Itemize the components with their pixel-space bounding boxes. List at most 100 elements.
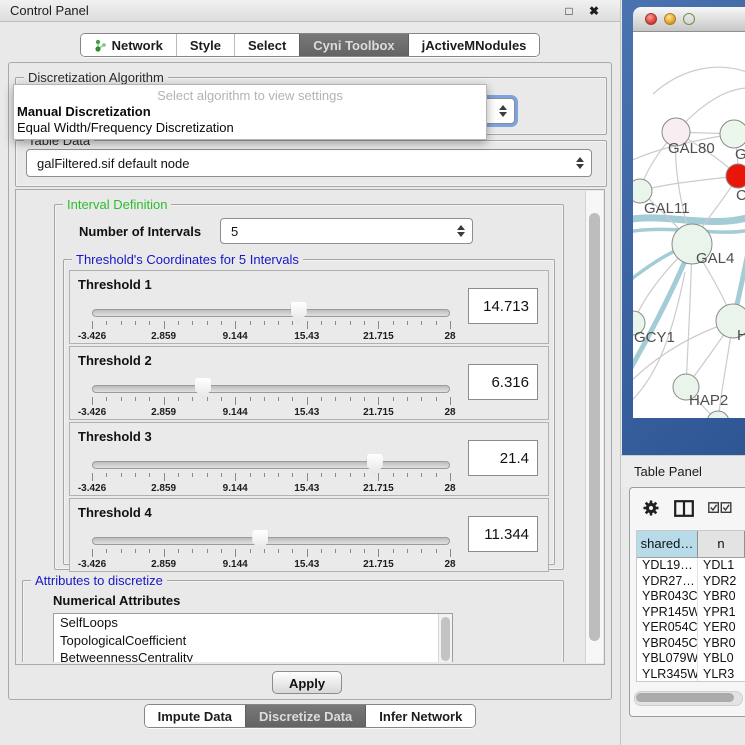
list-scrollbar[interactable] [438, 614, 452, 662]
slider-track[interactable] [92, 309, 450, 317]
threshold-value-field[interactable]: 11.344 [468, 516, 538, 552]
attribute-list-item[interactable]: SelfLoops [54, 614, 452, 632]
slider-thumb[interactable] [367, 454, 383, 475]
number-of-intervals-combo[interactable]: 5 [220, 218, 473, 244]
slider-thumb[interactable] [252, 530, 268, 551]
cell-name[interactable]: YDL1 [698, 558, 745, 574]
table-row[interactable]: YBR045CYBR0 [637, 636, 745, 652]
attribute-list-item[interactable]: BetweennessCentrality [54, 649, 452, 662]
table-hscrollbar[interactable] [634, 691, 743, 706]
slider-thumb[interactable] [291, 302, 307, 323]
gear-icon[interactable] [642, 499, 660, 517]
column-header-shared-name[interactable]: shared… [637, 531, 698, 557]
cell-name[interactable]: YLR3 [698, 667, 745, 683]
numerical-attributes-list[interactable]: SelfLoopsTopologicalCoefficientBetweenne… [53, 613, 453, 662]
popup-item-equal-width[interactable]: Equal Width/Frequency Discretization [14, 120, 486, 136]
slider-tick-labels: -3.4262.8599.14415.4321.71528 [92, 559, 450, 571]
threshold-value-field[interactable]: 21.4 [468, 440, 538, 476]
interval-definition-title: Interval Definition [63, 197, 171, 212]
settings-content: Interval Definition Number of Intervals … [18, 192, 584, 662]
network-canvas[interactable]: GAL80GACGAL11GAL4GCY1HHAP2 [633, 32, 745, 418]
cell-name[interactable]: YBR0 [698, 589, 745, 605]
top-tab-bar: Network Style Select Cyni Toolbox jActiv… [0, 33, 620, 57]
cell-name[interactable]: YBL0 [698, 651, 745, 667]
cell-shared-name[interactable]: YPR145W [637, 605, 698, 621]
settings-scrollbar-thumb[interactable] [589, 213, 600, 641]
tab-network[interactable]: Network [81, 34, 176, 56]
threshold-label: Threshold 1 [78, 277, 152, 292]
numerical-attributes-header: Numerical Attributes [53, 593, 180, 608]
node-table: shared… n YDL19…YDL1YDR27…YDR2YBR043CYBR… [636, 530, 745, 682]
tab-jactivemnodules[interactable]: jActiveMNodules [408, 34, 540, 56]
table-hscrollbar-thumb[interactable] [636, 693, 734, 702]
cell-name[interactable]: YBR0 [698, 636, 745, 652]
bottom-tab-bar: Impute Data Discretize Data Infer Networ… [0, 704, 620, 728]
tab-select[interactable]: Select [234, 34, 299, 56]
float-window-icon[interactable]: □ [560, 0, 578, 22]
slider-track[interactable] [92, 537, 450, 545]
close-panel-icon[interactable]: ✖ [585, 0, 603, 22]
cell-shared-name[interactable]: YBR045C [637, 636, 698, 652]
threshold-value-field[interactable]: 6.316 [468, 364, 538, 400]
table-row[interactable]: YDL19…YDL1 [637, 558, 745, 574]
table-row[interactable]: YLR345WYLR3 [637, 667, 745, 683]
network-view-window: GAL80GACGAL11GAL4GCY1HHAP2 [622, 0, 745, 455]
slider-thumb[interactable] [195, 378, 211, 399]
network-node[interactable] [726, 164, 745, 188]
select-columns-checkboxes-icon[interactable] [708, 502, 732, 514]
table-data-combo[interactable]: galFiltered.sif default node [26, 149, 592, 177]
attributes-title: Attributes to discretize [31, 573, 167, 588]
network-node-label: GAL11 [644, 200, 690, 217]
tab-impute-data[interactable]: Impute Data [145, 705, 245, 727]
popup-item-manual-discretization[interactable]: Manual Discretization [14, 104, 486, 120]
threshold-slider[interactable]: -3.4262.8599.14415.4321.71528 [92, 309, 450, 343]
tab-infer-network[interactable]: Infer Network [365, 705, 475, 727]
zoom-traffic-light-icon[interactable] [683, 13, 695, 25]
network-node-label: C [736, 187, 745, 204]
close-traffic-light-icon[interactable] [645, 13, 657, 25]
cell-name[interactable]: YER0 [698, 620, 745, 636]
combo-arrows-icon [457, 225, 465, 237]
cell-shared-name[interactable]: YDL19… [637, 558, 698, 574]
slider-track[interactable] [92, 385, 450, 393]
tab-cyni-toolbox[interactable]: Cyni Toolbox [299, 34, 407, 56]
threshold-slider[interactable]: -3.4262.8599.14415.4321.71528 [92, 461, 450, 495]
cell-name[interactable]: YDR2 [698, 574, 745, 590]
cell-shared-name[interactable]: YER054C [637, 620, 698, 636]
column-header-name[interactable]: n [698, 531, 745, 557]
network-node-label: GA [735, 146, 745, 163]
slider-ticks [92, 473, 450, 482]
slider-track[interactable] [92, 461, 450, 469]
threshold-label: Threshold 3 [78, 429, 152, 444]
threshold-slider[interactable]: -3.4262.8599.14415.4321.71528 [92, 385, 450, 419]
cell-shared-name[interactable]: YLR345W [637, 667, 698, 683]
interval-definition-group: Interval Definition Number of Intervals … [54, 204, 564, 570]
table-row[interactable]: YBL079WYBL0 [637, 651, 745, 667]
table-panel-title: Table Panel [634, 464, 702, 479]
minimize-traffic-light-icon[interactable] [664, 13, 676, 25]
cell-shared-name[interactable]: YBR043C [637, 589, 698, 605]
slider-ticks [92, 321, 450, 330]
attribute-list-item[interactable]: TopologicalCoefficient [54, 632, 452, 650]
threshold-value-field[interactable]: 14.713 [468, 288, 538, 324]
tab-discretize-data[interactable]: Discretize Data [245, 705, 365, 727]
threshold-label: Threshold 4 [78, 505, 152, 520]
tab-style[interactable]: Style [176, 34, 234, 56]
table-row[interactable]: YER054CYER0 [637, 620, 745, 636]
network-node[interactable] [707, 411, 729, 418]
cyni-toolbox-panel: Discretization Algorithm Table Data galF… [8, 62, 612, 700]
table-row[interactable]: YDR27…YDR2 [637, 574, 745, 590]
apply-button[interactable]: Apply [272, 671, 342, 694]
table-panel-toolbar [630, 488, 745, 528]
settings-scrollbar[interactable] [585, 191, 603, 663]
cell-name[interactable]: YPR1 [698, 605, 745, 621]
table-row[interactable]: YBR043CYBR0 [637, 589, 745, 605]
list-scrollbar-thumb[interactable] [441, 617, 450, 661]
cell-shared-name[interactable]: YBL079W [637, 651, 698, 667]
threshold-slider[interactable]: -3.4262.8599.14415.4321.71528 [92, 537, 450, 571]
network-node[interactable] [720, 120, 745, 148]
network-nodes[interactable] [633, 118, 745, 418]
table-row[interactable]: YPR145WYPR1 [637, 605, 745, 621]
cell-shared-name[interactable]: YDR27… [637, 574, 698, 590]
columns-icon[interactable] [674, 500, 694, 517]
